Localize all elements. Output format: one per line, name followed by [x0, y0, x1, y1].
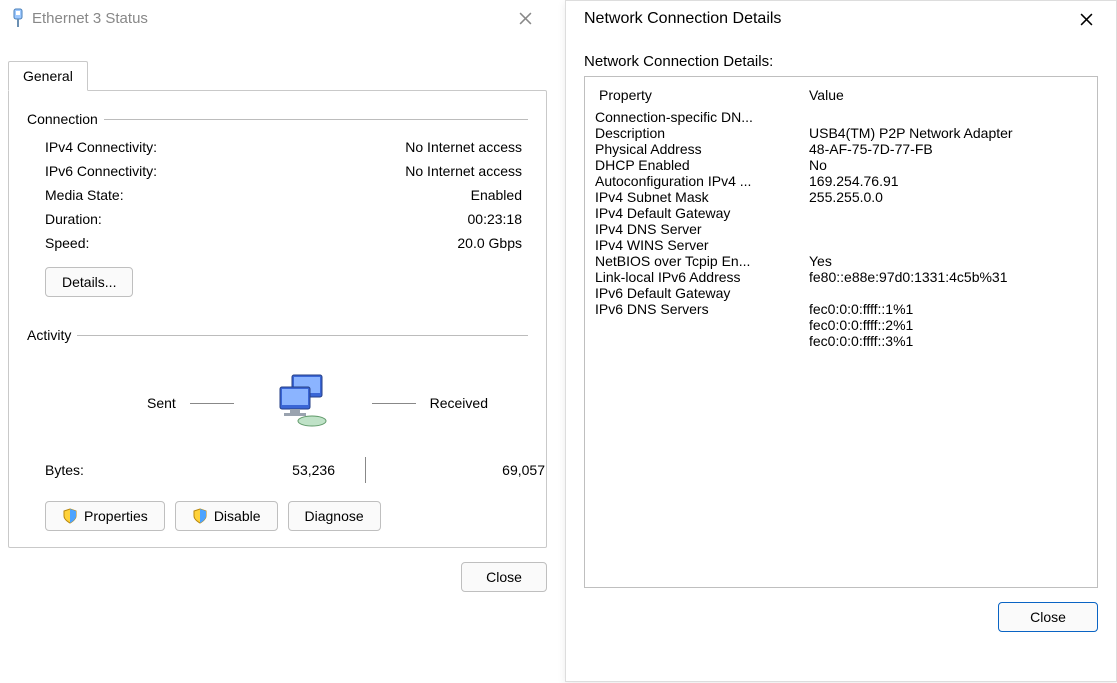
- details-list: Property Value Connection-specific DN...…: [584, 76, 1098, 588]
- property-name: Physical Address: [595, 141, 795, 157]
- activity-area: Sent Received: [27, 351, 528, 471]
- property-name: DHCP Enabled: [595, 157, 795, 173]
- speed-label: Speed:: [45, 235, 89, 251]
- property-name: IPv6 DNS Servers: [595, 301, 795, 317]
- property-value: No: [795, 157, 1087, 173]
- details-close-icon[interactable]: [1064, 3, 1108, 35]
- property-value: [795, 285, 1087, 301]
- details-dialog: Network Connection Details Network Conne…: [565, 0, 1117, 682]
- bytes-sent-value: 53,236: [205, 462, 335, 478]
- divider: [77, 335, 528, 336]
- details-close-button[interactable]: Close: [998, 602, 1098, 632]
- property-value: USB4(TM) P2P Network Adapter: [795, 125, 1087, 141]
- property-name: [595, 333, 795, 349]
- divider: [372, 403, 416, 404]
- property-value: [795, 205, 1087, 221]
- details-caption: Network Connection Details:: [584, 45, 1098, 76]
- sent-label: Sent: [147, 395, 176, 411]
- tab-panel-general: Connection IPv4 Connectivity: No Interne…: [8, 90, 547, 548]
- property-value: [795, 221, 1087, 237]
- duration-value: 00:23:18: [468, 211, 523, 227]
- property-value: Yes: [795, 253, 1087, 269]
- tab-general[interactable]: General: [8, 61, 88, 91]
- diagnose-button[interactable]: Diagnose: [288, 501, 381, 531]
- ipv4-connectivity-row: IPv4 Connectivity: No Internet access: [45, 135, 522, 159]
- status-close-icon[interactable]: [503, 2, 547, 34]
- connection-group-header: Connection: [27, 111, 528, 127]
- property-value: fec0:0:0:ffff::2%1: [795, 317, 1087, 333]
- network-monitors-icon: [268, 373, 338, 433]
- bytes-received-value: 69,057: [395, 462, 545, 478]
- details-title: Network Connection Details: [574, 10, 1064, 28]
- divider: [365, 457, 366, 483]
- activity-label: Activity: [27, 327, 77, 343]
- column-header-value[interactable]: Value: [795, 83, 1087, 109]
- ipv4-connectivity-value: No Internet access: [405, 139, 522, 155]
- column-header-property[interactable]: Property: [595, 83, 795, 109]
- status-titlebar: Ethernet 3 Status: [0, 0, 555, 36]
- property-value: 255.255.0.0: [795, 189, 1087, 205]
- property-name: IPv4 DNS Server: [595, 221, 795, 237]
- media-state-label: Media State:: [45, 187, 124, 203]
- property-name: IPv4 Subnet Mask: [595, 189, 795, 205]
- divider: [190, 403, 234, 404]
- property-value: [795, 109, 1087, 125]
- bytes-label: Bytes:: [45, 462, 205, 478]
- connection-label: Connection: [27, 111, 104, 127]
- property-name: IPv4 Default Gateway: [595, 205, 795, 221]
- ipv6-connectivity-label: IPv6 Connectivity:: [45, 163, 157, 179]
- property-value: [795, 237, 1087, 253]
- property-name: IPv6 Default Gateway: [595, 285, 795, 301]
- property-name: [595, 317, 795, 333]
- property-name: Description: [595, 125, 795, 141]
- ipv6-connectivity-value: No Internet access: [405, 163, 522, 179]
- connection-rows: IPv4 Connectivity: No Internet access IP…: [27, 135, 528, 255]
- property-name: Link-local IPv6 Address: [595, 269, 795, 285]
- shield-icon: [62, 508, 78, 524]
- details-button[interactable]: Details...: [45, 267, 133, 297]
- properties-button-label: Properties: [84, 508, 148, 524]
- property-name: NetBIOS over Tcpip En...: [595, 253, 795, 269]
- activity-group-header: Activity: [27, 327, 528, 343]
- ipv6-connectivity-row: IPv6 Connectivity: No Internet access: [45, 159, 522, 183]
- status-close-button[interactable]: Close: [461, 562, 547, 592]
- properties-button[interactable]: Properties: [45, 501, 165, 531]
- ethernet-icon: [8, 8, 28, 28]
- status-title: Ethernet 3 Status: [28, 10, 503, 27]
- tab-strip: General: [0, 60, 555, 90]
- property-value: 169.254.76.91: [795, 173, 1087, 189]
- media-state-row: Media State: Enabled: [45, 183, 522, 207]
- divider: [104, 119, 528, 120]
- details-titlebar: Network Connection Details: [566, 1, 1116, 37]
- duration-label: Duration:: [45, 211, 102, 227]
- ipv4-connectivity-label: IPv4 Connectivity:: [45, 139, 157, 155]
- property-value: fec0:0:0:ffff::1%1: [795, 301, 1087, 317]
- speed-value: 20.0 Gbps: [457, 235, 522, 251]
- property-value: fe80::e88e:97d0:1331:4c5b%31: [795, 269, 1087, 285]
- disable-button-label: Disable: [214, 508, 261, 524]
- property-value: fec0:0:0:ffff::3%1: [795, 333, 1087, 349]
- media-state-value: Enabled: [471, 187, 522, 203]
- property-name: Autoconfiguration IPv4 ...: [595, 173, 795, 189]
- status-dialog: Ethernet 3 Status General Connection IPv…: [0, 0, 555, 683]
- disable-button[interactable]: Disable: [175, 501, 278, 531]
- received-label: Received: [430, 395, 488, 411]
- property-value: 48-AF-75-7D-77-FB: [795, 141, 1087, 157]
- shield-icon: [192, 508, 208, 524]
- property-name: IPv4 WINS Server: [595, 237, 795, 253]
- property-name: Connection-specific DN...: [595, 109, 795, 125]
- speed-row: Speed: 20.0 Gbps: [45, 231, 522, 255]
- duration-row: Duration: 00:23:18: [45, 207, 522, 231]
